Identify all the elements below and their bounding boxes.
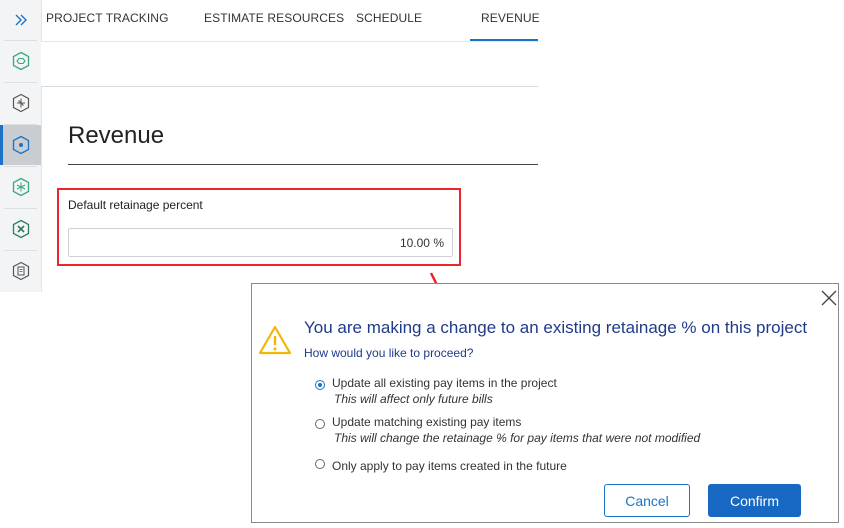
double-chevron-right-icon[interactable] [0, 0, 41, 40]
option-2-subtext: This will change the retainage % for pay… [334, 431, 701, 445]
option-1-subtext: This will affect only future bills [334, 392, 493, 406]
close-icon[interactable] [820, 289, 838, 307]
confirm-button[interactable]: Confirm [708, 484, 801, 517]
tab-schedule[interactable]: SCHEDULE [356, 11, 422, 25]
top-tab-bar: PROJECT TRACKING ESTIMATE RESOURCES SCHE… [41, 0, 540, 42]
option-2-label[interactable]: Update matching existing pay items [332, 415, 521, 429]
tab-estimate-resources[interactable]: ESTIMATE RESOURCES [204, 11, 344, 25]
tab-revenue[interactable]: REVENUE [481, 11, 540, 25]
hexagon-document-icon[interactable] [0, 251, 41, 291]
title-divider [68, 164, 538, 165]
option-1-label[interactable]: Update all existing pay items in the pro… [332, 376, 557, 390]
page-title: Revenue [68, 122, 165, 149]
option-3-radio[interactable] [315, 459, 325, 469]
dialog-title: You are making a change to an existing r… [304, 318, 808, 337]
warning-icon [258, 325, 292, 355]
option-1-radio[interactable] [315, 380, 325, 390]
hexagon-sparkle-icon[interactable] [0, 83, 41, 123]
hexagon-icon[interactable] [0, 41, 41, 81]
hexagon-dot-icon[interactable] [0, 125, 41, 165]
retainage-change-dialog: You are making a change to an existing r… [251, 283, 839, 523]
highlight-box [57, 188, 461, 266]
hexagon-cross-icon[interactable] [0, 209, 41, 249]
tab-project-tracking[interactable]: PROJECT TRACKING [46, 11, 169, 25]
cancel-button[interactable]: Cancel [604, 484, 690, 517]
dialog-question: How would you like to proceed? [304, 346, 474, 360]
sub-toolbar [41, 42, 538, 87]
left-icon-rail [0, 0, 42, 292]
option-2-radio[interactable] [315, 419, 325, 429]
option-3-label[interactable]: Only apply to pay items created in the f… [332, 459, 567, 473]
hexagon-burst-icon[interactable] [0, 167, 41, 207]
